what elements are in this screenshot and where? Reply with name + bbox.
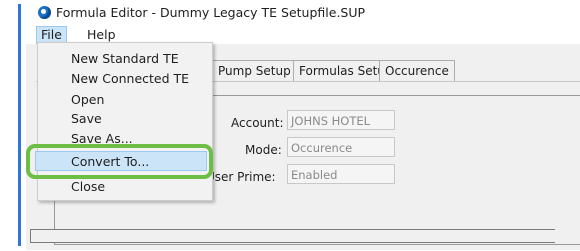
menu-item-new-connected-te[interactable]: New Connected TE — [71, 71, 189, 86]
menu-item-close[interactable]: Close — [71, 179, 105, 194]
user-prime-label: User Prime: — [206, 170, 276, 184]
window-title: Formula Editor - Dummy Legacy TE Setupfi… — [56, 5, 366, 20]
tab-formulas-setup[interactable]: Formulas Setup — [293, 60, 393, 81]
mode-label: Mode: — [245, 143, 282, 157]
mode-field[interactable]: Occurence — [287, 137, 395, 157]
user-prime-field[interactable]: Enabled — [287, 164, 395, 184]
highlight-ring — [26, 144, 213, 179]
bottom-frame — [30, 229, 555, 243]
menu-item-save[interactable]: Save — [71, 111, 102, 126]
left-accent-bar — [18, 4, 21, 246]
title-bar: Formula Editor - Dummy Legacy TE Setupfi… — [26, 0, 580, 26]
menu-item-open[interactable]: Open — [71, 92, 104, 107]
tab-occurence[interactable]: Occurence — [379, 60, 455, 81]
account-field[interactable]: JOHNS HOTEL — [287, 110, 395, 130]
app-logo-icon — [38, 6, 51, 19]
account-label: Account: — [231, 116, 284, 130]
tab-pump-setup[interactable]: Pump Setup — [212, 60, 294, 81]
menu-item-new-standard-te[interactable]: New Standard TE — [71, 51, 179, 66]
